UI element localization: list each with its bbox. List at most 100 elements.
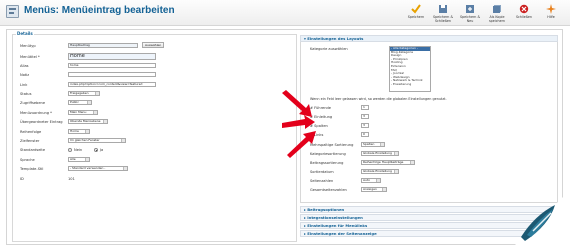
target-window-select[interactable]: Im gleichen Fenster [68, 138, 126, 143]
accordion-label: Einstellungen für Menülinks [307, 223, 368, 228]
accordion-label: Einstellungen der Seitenanzeige [307, 231, 377, 236]
page-header: Menüs: Menüeintrag bearbeiten Speichern … [0, 0, 570, 26]
page-title: Menüs: Menüeintrag bearbeiten [24, 5, 175, 16]
menu-type-field: Hauptbeitrag [68, 43, 138, 48]
parent-item-select[interactable]: Oberste Menüebene [68, 119, 108, 124]
field-label: # Einleitung [310, 115, 333, 119]
chevron-down-icon [376, 179, 380, 182]
layout-panel-header[interactable]: ▾ Einstellungen des Layouts [300, 35, 558, 42]
field-label: Seitenzahlen [310, 179, 334, 183]
sort-date-value: Globale Einstellung [363, 169, 392, 173]
field-label: ID [20, 177, 24, 181]
field-label: Beitragssortierung [310, 161, 344, 165]
status-select[interactable]: Freigegeben [68, 91, 100, 96]
leading-count-input[interactable]: 1 [361, 105, 369, 110]
chevron-down-icon [380, 143, 384, 146]
layout-panel-title: Einstellungen des Layouts [307, 36, 364, 41]
close-icon [519, 4, 529, 14]
status-value: Freigegeben [70, 91, 89, 95]
alias-input[interactable]: home [68, 63, 156, 68]
menu-title-input[interactable]: Home [68, 53, 156, 60]
target-window-value: Im gleichen Fenster [70, 138, 100, 142]
help-icon [546, 4, 556, 14]
page-curl-decoration [515, 197, 563, 245]
save-new-label: Speichern & Neu [459, 15, 481, 23]
category-listbox[interactable]: - Alle Kategorien - Blog-Kategorie Desig… [389, 46, 431, 92]
field-label: Menüzuordnung * [20, 111, 52, 115]
access-select[interactable]: Public [68, 100, 92, 105]
save-new-icon [466, 5, 474, 13]
note-input[interactable] [68, 72, 156, 77]
layout-hint: Wenn ein Feld leer gelassen wird, so wer… [310, 97, 447, 101]
pagination-results-select[interactable]: Anzeigen [361, 187, 387, 192]
save-copy-button[interactable]: Als Kopie speichern [485, 2, 509, 24]
category-order-value: Globale Einstellung [363, 151, 392, 155]
chevron-down-icon [382, 188, 386, 191]
field-label: # Führende [310, 106, 331, 110]
accordion-label: Integrationseinstellungen [307, 215, 363, 220]
save-close-button[interactable]: Speichern & Schließen [431, 2, 455, 24]
chevron-down-icon [394, 152, 398, 155]
close-button[interactable]: Schließen [512, 2, 536, 24]
intro-count-input[interactable]: 3 [361, 114, 369, 119]
default-page-yes-radio[interactable] [94, 148, 98, 152]
field-label: Übergeordneter Eintrag [20, 120, 63, 124]
default-page-no-radio[interactable] [68, 148, 72, 152]
chevron-down-icon [85, 158, 89, 161]
ordering-select[interactable]: Home [68, 129, 90, 134]
parent-item-value: Oberste Menüebene [70, 119, 101, 123]
field-label: Zielfenster [20, 139, 40, 143]
multi-column-order-value: Spalten [363, 142, 375, 146]
help-label: Hilfe [547, 15, 555, 19]
sort-date-select[interactable]: Globale Einstellung [361, 169, 399, 174]
radio-label: Nein [74, 148, 83, 152]
chevron-down-icon [103, 120, 107, 123]
pagination-value: Auto [363, 178, 370, 182]
save-new-button[interactable]: Speichern & Neu [458, 2, 482, 24]
field-label: Zugriffsebene [20, 101, 46, 105]
chevron-down-icon [123, 167, 127, 170]
field-label: Menütitel * [20, 55, 40, 59]
language-value: Alle [70, 157, 76, 161]
pagination-results-value: Anzeigen [363, 187, 377, 191]
columns-count-input[interactable]: 3 [361, 123, 369, 128]
chevron-down-icon [121, 139, 125, 142]
help-button[interactable]: Hilfe [539, 2, 563, 24]
access-value: Public [70, 100, 79, 104]
category-option[interactable]: - Erweiterung [390, 82, 430, 87]
field-label: # Spalten [310, 124, 328, 128]
field-label: Link [20, 83, 28, 87]
chevron-down-icon [394, 170, 398, 173]
multi-column-order-select[interactable]: Spalten [361, 142, 385, 147]
chevron-down-icon [93, 111, 97, 114]
category-order-select[interactable]: Globale Einstellung [361, 151, 399, 156]
pagination-select[interactable]: Auto [361, 178, 381, 183]
language-select[interactable]: Alle [68, 157, 90, 162]
article-order-value: Reihenfolge Hauptbeiträge [363, 160, 404, 164]
save-close-icon [439, 5, 447, 13]
link-input[interactable]: index.php?option=com_content&view=featur… [68, 82, 156, 87]
check-icon [411, 4, 421, 14]
field-label: # Links [310, 133, 324, 137]
field-label: Status [20, 92, 32, 96]
save-close-label: Speichern & Schließen [432, 15, 454, 23]
menu-assignment-select[interactable]: Main Menu [68, 110, 98, 115]
menu-manager-icon [6, 5, 19, 18]
save-label: Speichern [407, 15, 425, 19]
template-style-select[interactable]: - Standard verwenden - [68, 166, 128, 171]
field-label: Gesamtseitenzahlen [310, 188, 347, 192]
save-button[interactable]: Speichern [404, 2, 428, 24]
field-label: Alias [20, 64, 29, 68]
template-style-value: - Standard verwenden - [70, 166, 106, 170]
details-legend: Details [16, 31, 34, 36]
links-count-input[interactable]: 0 [361, 132, 369, 137]
accordion-label: Beitragsoptionen [307, 207, 345, 212]
ordering-value: Home [70, 129, 79, 133]
article-order-select[interactable]: Reihenfolge Hauptbeiträge [361, 160, 415, 165]
field-label: Menütyp [20, 44, 36, 48]
chevron-down-icon [410, 161, 414, 164]
menu-assignment-value: Main Menu [70, 110, 87, 114]
chevron-down-icon [95, 92, 99, 95]
field-label: Mehrspaltige Sortierung [310, 143, 354, 147]
select-menu-type-button[interactable]: Auswählen [142, 42, 165, 48]
